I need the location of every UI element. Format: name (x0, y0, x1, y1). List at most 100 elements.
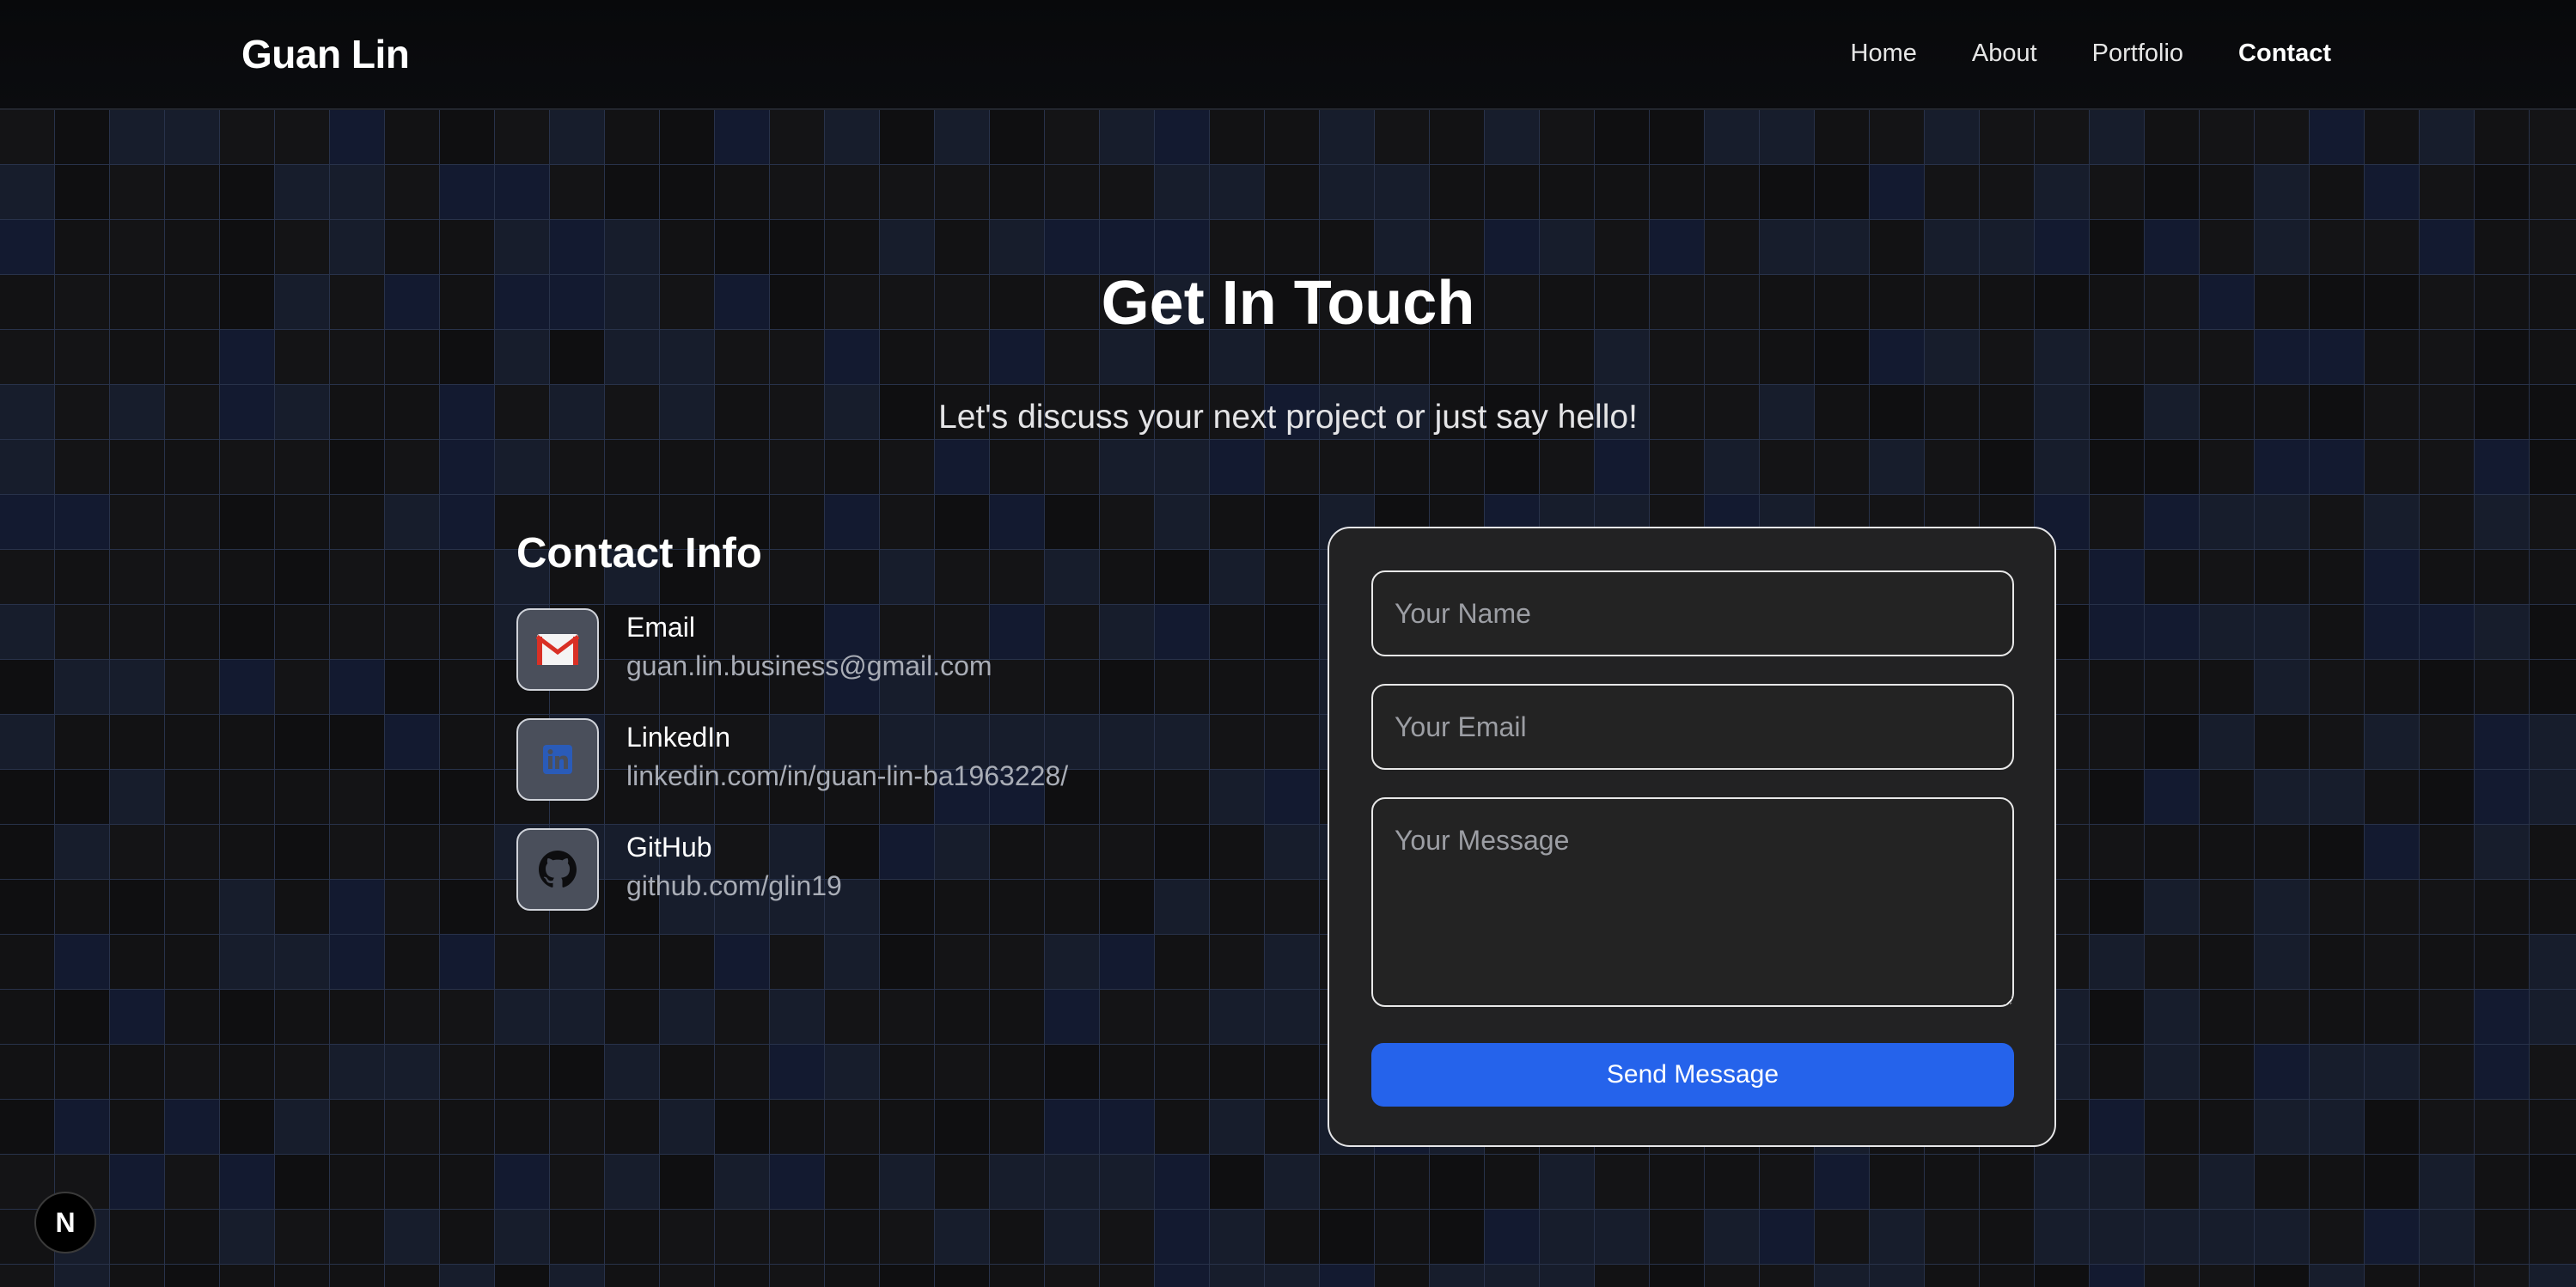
background-tile (1815, 220, 1870, 275)
contact-value-github[interactable]: github.com/glin19 (626, 870, 842, 902)
nav-portfolio[interactable]: Portfolio (2092, 40, 2183, 68)
background-tile (275, 550, 330, 605)
nav-home[interactable]: Home (1851, 40, 1917, 68)
background-tile (385, 880, 440, 935)
background-tile (2090, 1155, 2145, 1210)
background-tile (220, 1155, 275, 1210)
email-input[interactable] (1371, 684, 2014, 770)
background-tile (2420, 935, 2475, 990)
background-tile (1595, 110, 1650, 165)
background-tile (1540, 220, 1595, 275)
background-tile (2475, 110, 2530, 165)
background-tile (110, 990, 165, 1045)
background-tile (1155, 935, 1210, 990)
background-tile (0, 495, 55, 550)
background-tile (1320, 165, 1375, 220)
background-tile (2420, 1210, 2475, 1265)
background-tile (495, 935, 550, 990)
message-textarea[interactable] (1371, 797, 2014, 1007)
background-tile (550, 165, 605, 220)
background-tile (1210, 220, 1265, 275)
background-tile (935, 440, 990, 495)
background-tile (2310, 220, 2365, 275)
background-tile (1100, 990, 1155, 1045)
background-tile (2420, 220, 2475, 275)
background-tile (55, 1045, 110, 1100)
background-tile (1430, 220, 1485, 275)
background-tile (660, 1265, 715, 1287)
background-tile (275, 825, 330, 880)
background-tile (165, 495, 220, 550)
background-tile (1155, 660, 1210, 715)
background-tile (715, 1210, 770, 1265)
background-tile (330, 1045, 385, 1100)
background-tile (605, 110, 660, 165)
background-tile (1595, 220, 1650, 275)
nextjs-badge-icon[interactable]: N (34, 1192, 96, 1253)
name-input[interactable] (1371, 570, 2014, 656)
background-tile (1100, 220, 1155, 275)
background-tile (2310, 990, 2365, 1045)
background-tile (440, 990, 495, 1045)
background-tile (990, 165, 1045, 220)
background-tile (2145, 550, 2200, 605)
background-tile (440, 550, 495, 605)
background-tile (1595, 1265, 1650, 1287)
background-tile (1705, 1265, 1760, 1287)
background-tile (440, 660, 495, 715)
background-tile (440, 1265, 495, 1287)
background-tile (110, 1045, 165, 1100)
background-tile (1265, 715, 1320, 770)
contact-value-linkedin[interactable]: linkedin.com/in/guan-lin-ba1963228/ (626, 760, 1068, 792)
background-tile (440, 440, 495, 495)
background-tile (1485, 440, 1540, 495)
background-tile (440, 825, 495, 880)
contact-value-email[interactable]: guan.lin.business@gmail.com (626, 650, 992, 682)
background-tile (1650, 1210, 1705, 1265)
contact-item-github[interactable]: GitHub github.com/glin19 (516, 828, 1068, 938)
background-tile (330, 825, 385, 880)
background-tile (2310, 550, 2365, 605)
contact-label-linkedin: LinkedIn (626, 722, 730, 753)
background-tile (2145, 715, 2200, 770)
background-tile (1320, 1265, 1375, 1287)
contact-item-email[interactable]: Email guan.lin.business@gmail.com (516, 608, 1068, 718)
contact-item-linkedin[interactable]: LinkedIn linkedin.com/in/guan-lin-ba1963… (516, 718, 1068, 828)
background-tile (1100, 165, 1155, 220)
background-tile (2090, 440, 2145, 495)
background-tile (2145, 605, 2200, 660)
background-tile (2255, 110, 2310, 165)
background-tile (1650, 440, 1705, 495)
background-tile (880, 990, 935, 1045)
background-tile (2310, 1155, 2365, 1210)
background-tile (1705, 440, 1760, 495)
background-tile (2475, 165, 2530, 220)
send-message-button[interactable]: Send Message (1371, 1043, 2014, 1107)
background-tile (55, 990, 110, 1045)
background-tile (55, 220, 110, 275)
background-tile (2365, 660, 2420, 715)
background-tile (1430, 165, 1485, 220)
background-tile (2365, 1210, 2420, 1265)
brand-logo[interactable]: Guan Lin (241, 31, 410, 77)
background-tile (0, 770, 55, 825)
background-tile (880, 220, 935, 275)
background-tile (1265, 1155, 1320, 1210)
background-tile (825, 110, 880, 165)
nav-about[interactable]: About (1972, 40, 2037, 68)
background-tile (1155, 1210, 1210, 1265)
background-tile (1430, 440, 1485, 495)
background-tile (2200, 880, 2255, 935)
background-tile (2475, 1265, 2530, 1287)
background-tile (935, 220, 990, 275)
background-tile (2310, 880, 2365, 935)
background-tile (1760, 440, 1815, 495)
background-tile (1430, 1210, 1485, 1265)
background-tile (1265, 220, 1320, 275)
background-tile (220, 880, 275, 935)
background-tile (2200, 935, 2255, 990)
background-tile (2530, 880, 2576, 935)
background-tile (990, 990, 1045, 1045)
nav-contact[interactable]: Contact (2238, 40, 2331, 68)
background-tile (0, 715, 55, 770)
